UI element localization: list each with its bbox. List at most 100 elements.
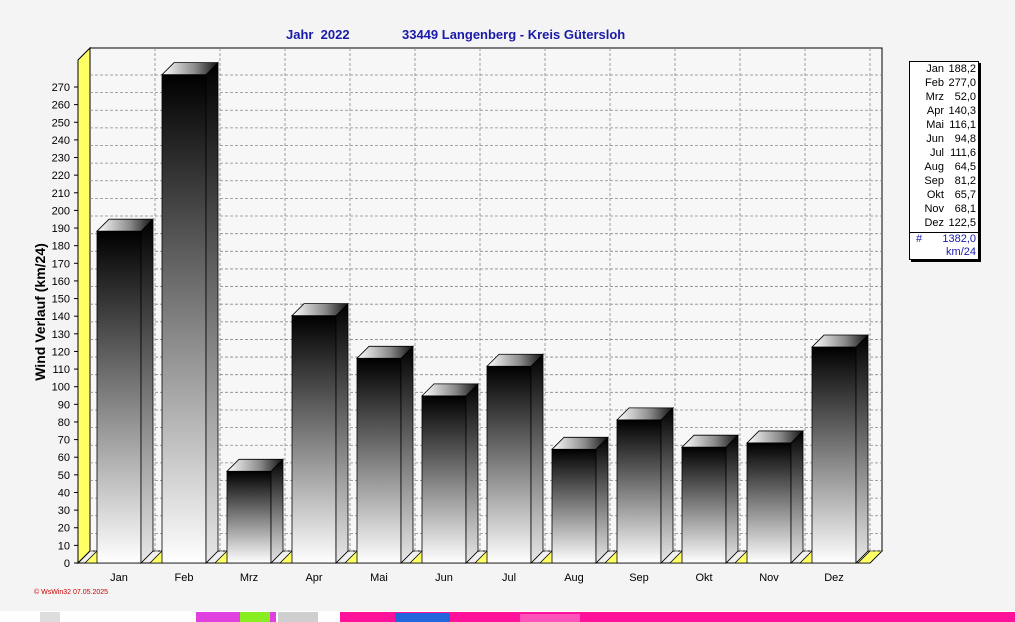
bar-side (140, 218, 154, 564)
legend-month: Dez (924, 217, 944, 229)
bar-side (790, 429, 804, 564)
legend-row: Nov 68,1 (910, 202, 978, 216)
y-tick-label: 40 (58, 487, 70, 499)
x-tick-label: Jul (502, 572, 516, 584)
bar (421, 395, 467, 564)
bar-side (660, 406, 674, 564)
y-tick-label: 190 (52, 223, 70, 235)
legend-month: Feb (925, 77, 944, 89)
x-tick-label: Jun (435, 572, 453, 584)
bar-side (400, 345, 414, 564)
legend-value: 111,6 (950, 147, 976, 159)
bar (226, 470, 272, 564)
legend-row: Apr 140,3 (910, 104, 978, 118)
x-tick-label: Nov (759, 572, 779, 584)
y-tick-label: 120 (52, 346, 70, 358)
legend-month: Jul (929, 147, 944, 159)
legend-value: 81,2 (954, 175, 976, 187)
legend-value: 188,2 (948, 63, 976, 75)
y-tick-label: 80 (58, 417, 70, 429)
taskbar-strip (0, 611, 1015, 622)
legend-value: 116,1 (949, 119, 976, 131)
bar (681, 446, 727, 564)
legend-month: Mai (926, 119, 944, 131)
y-tick-label: 100 (52, 382, 70, 394)
x-tick-label: Dez (824, 572, 844, 584)
y-tick-label: 200 (52, 205, 70, 217)
software-credit: © WsWin32 07.05.2025 (34, 589, 109, 596)
y-tick-label: 130 (52, 329, 70, 341)
bar (161, 74, 207, 564)
y-tick-label: 210 (52, 188, 70, 200)
bar-side (335, 302, 349, 564)
legend-value: 52,0 (954, 91, 976, 103)
x-tick-label: Feb (175, 572, 194, 584)
x-tick-label: Mai (370, 572, 388, 584)
y-tick-label: 260 (52, 100, 70, 112)
y-tick-label: 10 (58, 540, 70, 552)
legend-value: 122,5 (948, 217, 976, 229)
legend-value: 65,7 (954, 189, 976, 201)
bar (746, 442, 792, 564)
y-tick-label: 240 (52, 135, 70, 147)
legend-row: Jun 94,8 (910, 132, 978, 146)
bar-side (465, 382, 479, 564)
y-tick-label: 90 (58, 399, 70, 411)
bar-side (205, 61, 219, 564)
y-tick-label: 70 (58, 435, 70, 447)
legend-row: Jan 188,2 (910, 62, 978, 76)
bar (291, 315, 337, 564)
chart-subtitle: 33449 Langenberg - Kreis Gütersloh (402, 27, 626, 42)
y-tick-label: 230 (52, 153, 70, 165)
x-tick-label: Aug (564, 572, 584, 584)
bar-side (855, 334, 869, 564)
legend-value: 64,5 (954, 161, 976, 173)
legend-value: 94,8 (954, 133, 976, 145)
y-tick-label: 50 (58, 470, 70, 482)
legend-month: Aug (924, 161, 944, 173)
legend-row: Jul 111,6 (910, 146, 978, 160)
y-tick-label: 170 (52, 258, 70, 270)
y-tick-label: 220 (52, 170, 70, 182)
y-tick-label: 160 (52, 276, 70, 288)
legend-month: Mrz (925, 91, 944, 103)
legend-month: Nov (924, 203, 944, 215)
bar-side (530, 353, 544, 564)
y-tick-label: 180 (52, 241, 70, 253)
wind-chart: 0 10 20 30 40 50 60 70 80 90 100 110 120 130 140 150 160… (32, 46, 884, 584)
legend-month: Sep (924, 175, 944, 187)
chart-title: Jahr 2022 (286, 27, 350, 42)
y-tick-label: 250 (52, 117, 70, 129)
y-tick-label: 30 (58, 505, 70, 517)
bar (96, 230, 142, 564)
y-tick-label: 270 (52, 82, 70, 94)
y-axis-label: Wind Verlauf (km/24) (32, 243, 48, 381)
total-unit: km/24 (946, 246, 976, 258)
x-tick-label: Sep (629, 572, 649, 584)
legend-row: Aug 64,5 (910, 160, 978, 174)
legend-row: Mrz 52,0 (910, 90, 978, 104)
left-wall (77, 46, 91, 565)
total-symbol: # (916, 233, 923, 245)
bar-side (725, 434, 739, 564)
bar-side (270, 458, 284, 564)
y-tick-label: 60 (58, 452, 70, 464)
y-tick-label: 140 (52, 311, 70, 323)
bar (486, 365, 532, 564)
legend-value: 68,1 (954, 203, 976, 215)
x-tick-label: Jan (110, 572, 128, 584)
legend-row: Sep 81,2 (910, 174, 978, 188)
legend-value: 140,3 (948, 105, 976, 117)
y-tick-label: 150 (52, 294, 70, 306)
y-tick-label: 0 (64, 558, 70, 570)
bar (616, 419, 662, 564)
legend-month: Jun (926, 133, 944, 145)
legend-row: Feb 277,0 (910, 76, 978, 90)
x-tick-label: Apr (305, 572, 322, 584)
bar (356, 357, 402, 564)
legend-row: Okt 65,7 (910, 188, 978, 202)
legend-month: Jan (926, 63, 944, 75)
bar-side (595, 436, 609, 564)
bar (551, 448, 597, 564)
legend-row: Dez 122,5 (910, 216, 978, 230)
